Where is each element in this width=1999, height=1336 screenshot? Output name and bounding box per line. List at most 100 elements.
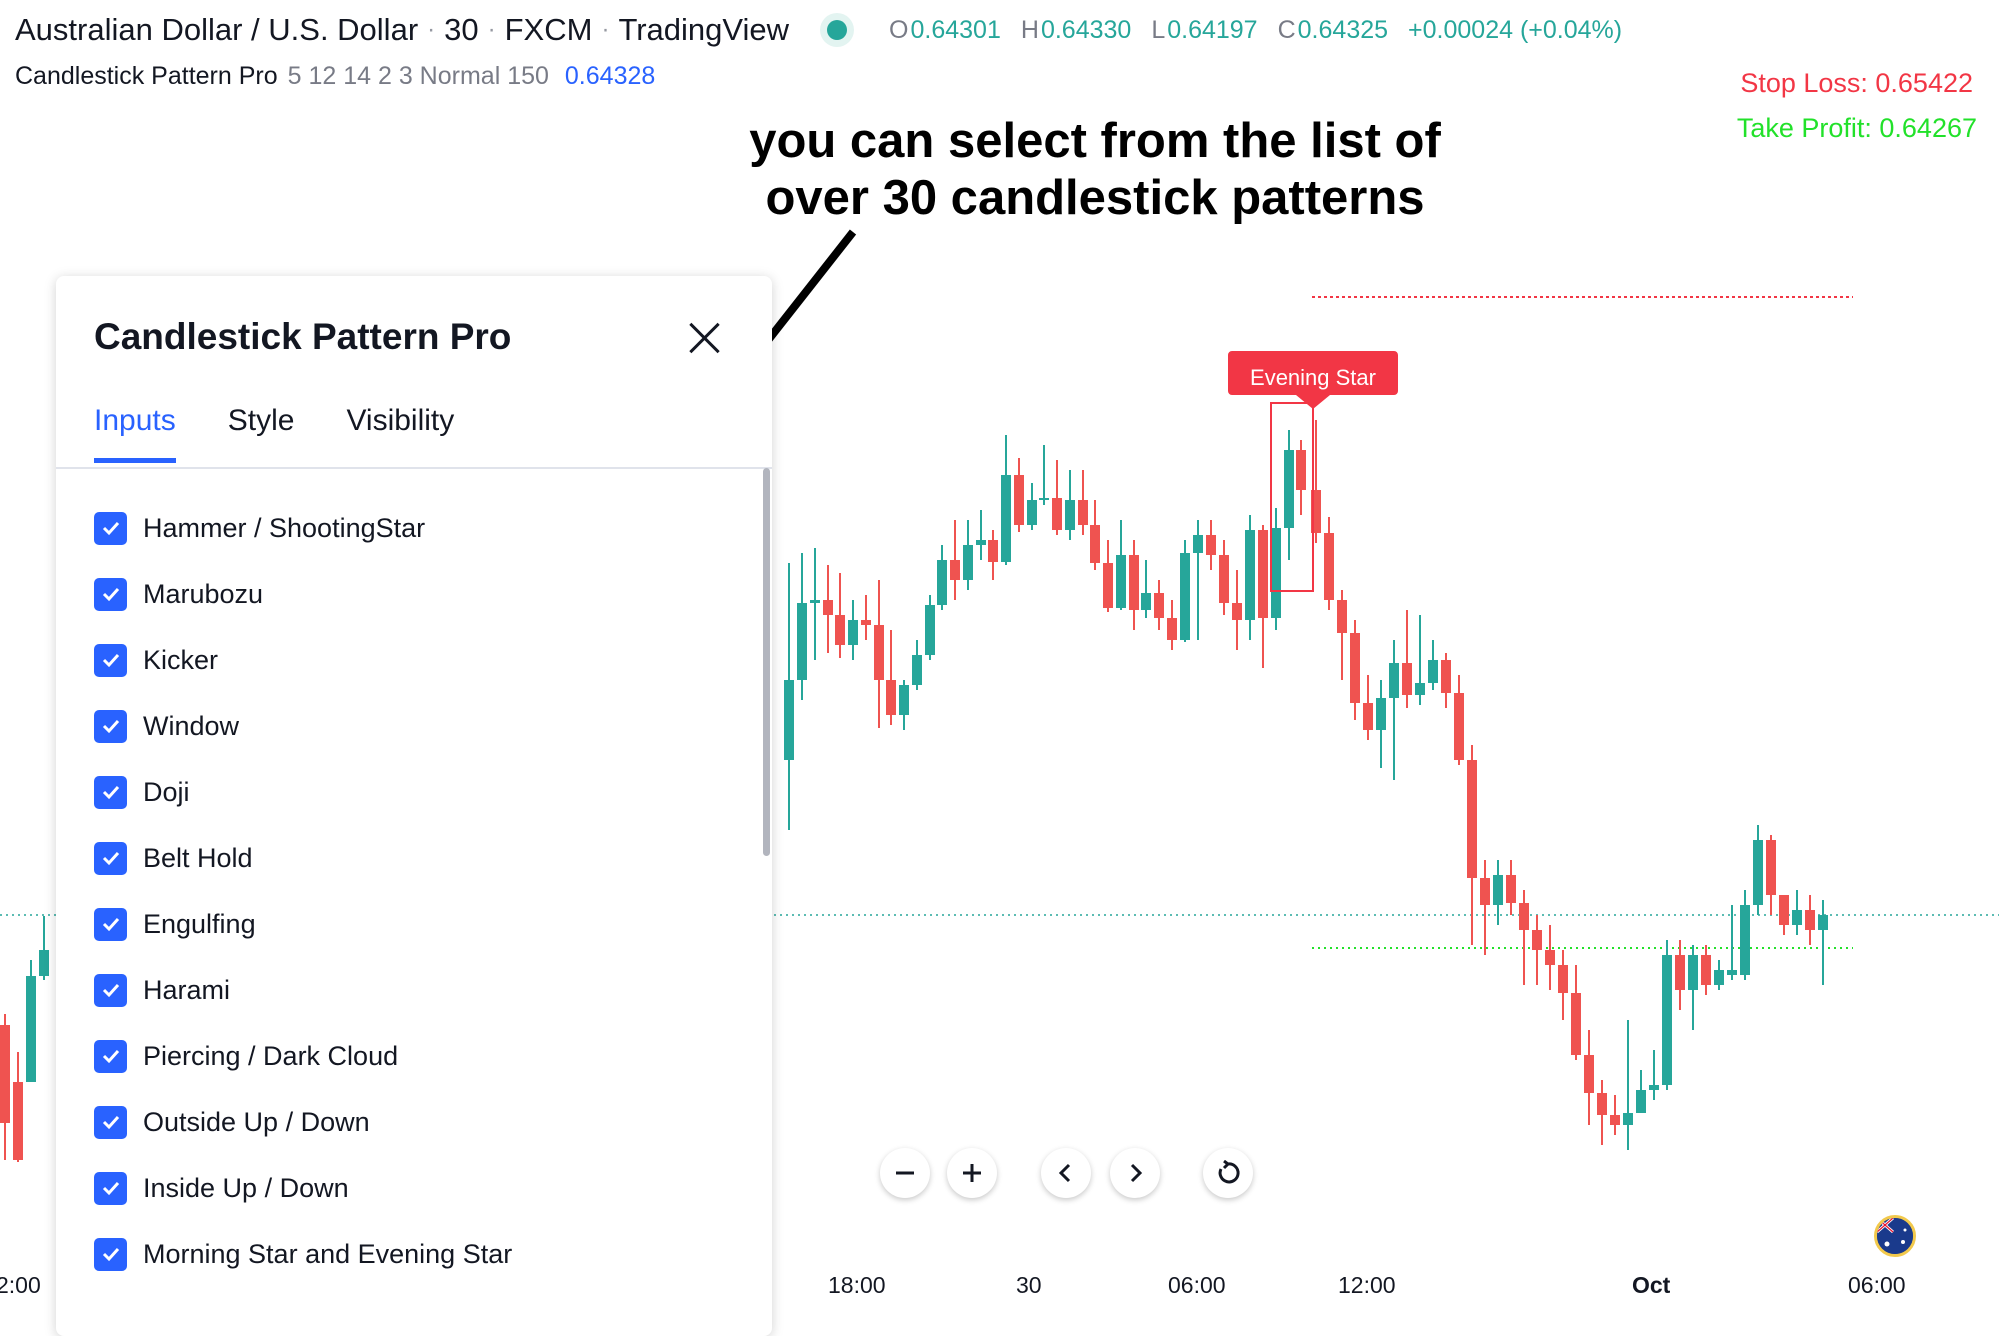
reset-chart-button[interactable] <box>1203 1148 1253 1198</box>
bearish-candle <box>0 1014 10 1160</box>
bearish-candle <box>1584 1030 1594 1125</box>
symbol-name[interactable]: Australian Dollar / U.S. Dollar <box>15 12 418 48</box>
bullish-candle <box>1727 905 1737 980</box>
tab-visibility[interactable]: Visibility <box>346 404 454 463</box>
indicator-value: 0.64328 <box>564 61 656 90</box>
bullish-candle <box>912 640 922 690</box>
bearish-candle <box>1506 860 1516 915</box>
bullish-candle <box>1623 1020 1633 1150</box>
dialog-scrollbar[interactable] <box>763 468 770 856</box>
bearish-candle <box>1337 590 1347 680</box>
bullish-candle <box>1065 470 1075 540</box>
checkbox-checked-icon[interactable] <box>94 841 127 875</box>
bearish-candle <box>1545 925 1555 990</box>
evening-star-label: Evening Star <box>1250 365 1376 390</box>
bearish-candle <box>1103 540 1113 612</box>
pattern-option[interactable]: Kicker <box>94 640 218 680</box>
checkbox-checked-icon[interactable] <box>94 1105 127 1139</box>
bullish-candle <box>1714 960 1724 990</box>
pattern-option-label: Doji <box>143 776 190 807</box>
bullish-candle <box>1389 640 1399 780</box>
bearish-candle <box>1480 860 1490 955</box>
pattern-option[interactable]: Belt Hold <box>94 838 253 878</box>
time-axis-label: Oct <box>1632 1272 1671 1298</box>
pattern-option[interactable]: Window <box>94 706 239 746</box>
bullish-candle <box>1428 640 1438 690</box>
pattern-option[interactable]: Inside Up / Down <box>94 1168 349 1208</box>
stop-loss-label: Stop Loss: 0.65422 <box>1740 68 1973 98</box>
exchange: FXCM <box>504 12 593 47</box>
scroll-left-button[interactable] <box>1041 1148 1091 1198</box>
scroll-right-button[interactable] <box>1110 1148 1160 1198</box>
pattern-option[interactable]: Outside Up / Down <box>94 1102 370 1142</box>
symbol-header: Australian Dollar / U.S. Dollar · 30 · F… <box>15 8 1642 52</box>
ohlc-close: C0.64325 <box>1277 15 1389 44</box>
bullish-candle <box>1740 890 1750 980</box>
indicator-legend[interactable]: Candlestick Pattern Pro 5 12 14 2 3 Norm… <box>15 56 655 96</box>
bearish-candle <box>1805 895 1815 945</box>
bullish-candle <box>810 548 820 660</box>
checkbox-checked-icon[interactable] <box>94 577 127 611</box>
bearish-candle <box>1467 745 1477 945</box>
pattern-option[interactable]: Harami <box>94 970 230 1010</box>
tab-inputs[interactable]: Inputs <box>94 404 176 463</box>
dialog-tabs: Inputs Style Visibility <box>94 404 506 463</box>
chevron-left-icon <box>1058 1163 1071 1183</box>
ohlc-open: O0.64301 <box>889 15 1001 44</box>
bullish-candle <box>1662 940 1672 1090</box>
pattern-option-label: Window <box>143 710 240 741</box>
header-separator: · <box>487 16 496 43</box>
time-axis-label: 18:00 <box>828 1272 886 1298</box>
bearish-candle <box>1766 835 1776 915</box>
bullish-candle <box>937 545 947 610</box>
checkbox-checked-icon[interactable] <box>94 775 127 809</box>
bearish-candle <box>1078 470 1088 535</box>
pattern-option-label: Harami <box>143 974 231 1005</box>
bearish-candle <box>835 573 845 658</box>
bullish-candle <box>1039 445 1049 505</box>
checkbox-checked-icon[interactable] <box>94 1237 127 1271</box>
pattern-option[interactable]: Doji <box>94 772 190 812</box>
bearish-candle <box>1519 890 1529 985</box>
bearish-candle <box>1701 945 1711 995</box>
tab-style[interactable]: Style <box>228 404 295 463</box>
bullish-candle <box>976 510 986 560</box>
dialog-divider <box>56 467 772 469</box>
pattern-option-label: Outside Up / Down <box>143 1106 370 1137</box>
zoom-out-button[interactable] <box>880 1148 930 1198</box>
time-axis-label: 12:00 <box>1338 1272 1396 1298</box>
bullish-candle <box>1001 435 1011 565</box>
bullish-candle <box>1271 508 1281 630</box>
bearish-candle <box>1296 440 1306 515</box>
bullish-candle <box>1818 900 1828 985</box>
checkbox-checked-icon[interactable] <box>94 709 127 743</box>
ohlc-high: H0.64330 <box>1020 15 1132 44</box>
bearish-candle <box>861 595 871 640</box>
checkbox-checked-icon[interactable] <box>94 1171 127 1205</box>
interval[interactable]: 30 <box>444 12 478 48</box>
checkbox-checked-icon[interactable] <box>94 511 127 545</box>
checkbox-checked-icon[interactable] <box>94 973 127 1007</box>
bullish-candle <box>1376 680 1386 768</box>
bearish-candle <box>1779 895 1789 935</box>
checkbox-checked-icon[interactable] <box>94 1039 127 1073</box>
pattern-option[interactable]: Piercing / Dark Cloud <box>94 1036 398 1076</box>
pattern-option[interactable]: Marubozu <box>94 574 263 614</box>
indicator-name[interactable]: Candlestick Pattern Pro <box>15 62 278 91</box>
bullish-candle <box>1193 520 1203 640</box>
pattern-option[interactable]: Hammer / ShootingStar <box>94 508 425 548</box>
ohlc-change: +0.00024 (+0.04%) <box>1408 15 1623 44</box>
bearish-candle <box>1258 525 1268 668</box>
bearish-candle <box>823 565 833 653</box>
bearish-candle <box>950 520 960 600</box>
pattern-option[interactable]: Morning Star and Evening Star <box>94 1234 512 1274</box>
header-separator: · <box>601 16 610 43</box>
zoom-in-button[interactable] <box>947 1148 997 1198</box>
checkbox-checked-icon[interactable] <box>94 643 127 677</box>
header-separator: · <box>427 16 436 43</box>
close-icon[interactable] <box>684 318 724 358</box>
checkbox-checked-icon[interactable] <box>94 907 127 941</box>
bearish-candle <box>1532 915 1542 985</box>
pattern-option[interactable]: Engulfing <box>94 904 256 944</box>
bearish-candle <box>1052 460 1062 535</box>
